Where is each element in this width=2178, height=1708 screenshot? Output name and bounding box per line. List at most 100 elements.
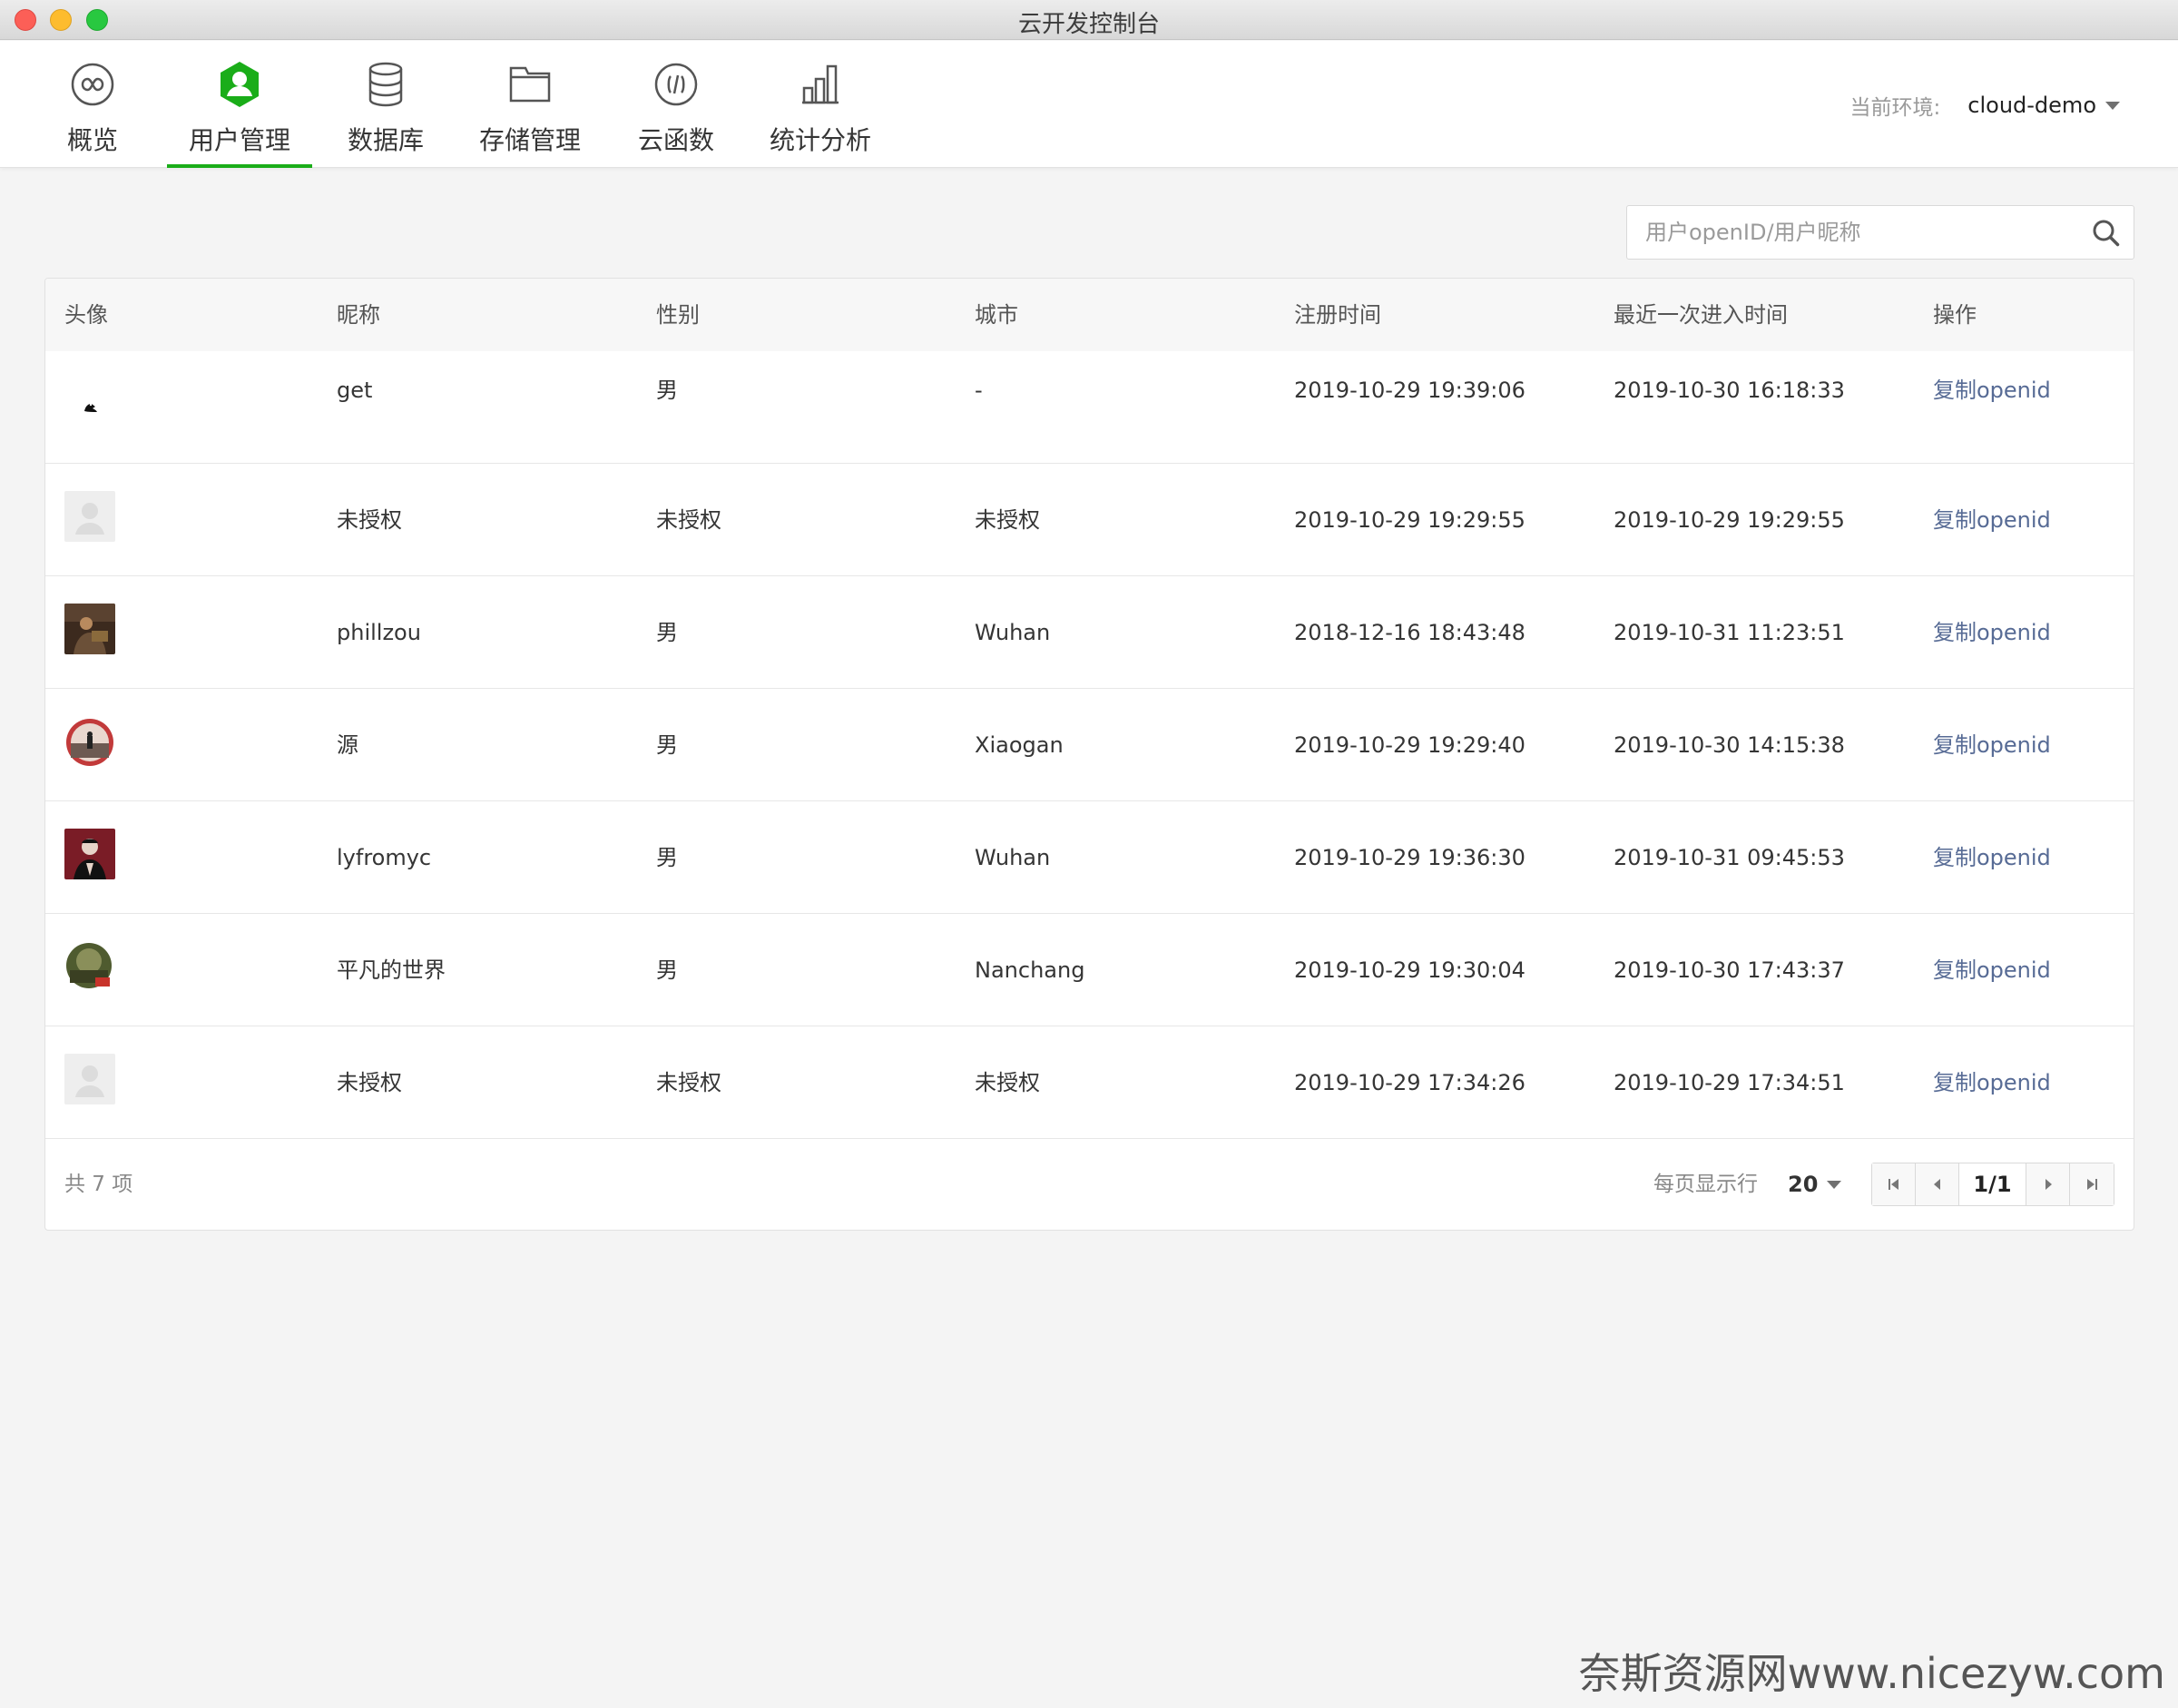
- copy-openid-link[interactable]: 复制openid: [1933, 801, 2051, 914]
- copy-openid-link[interactable]: 复制openid: [1933, 914, 2051, 1026]
- table-row: 源 男 Xiaogan 2019-10-29 19:29:40 2019-10-…: [45, 689, 2134, 801]
- cell-registered: 2019-10-29 19:29:40: [1294, 732, 1526, 758]
- column-header-city: 城市: [975, 302, 1018, 328]
- tab-cloud-function-label: 云函数: [638, 125, 715, 155]
- cell-gender: 男: [656, 732, 678, 758]
- environment-selector[interactable]: 当前环境: cloud-demo: [1850, 90, 2120, 121]
- cell-registered: 2019-10-29 19:30:04: [1294, 957, 1526, 983]
- overview-infinity-icon: [67, 59, 118, 110]
- copy-openid-link[interactable]: 复制openid: [1933, 576, 2051, 689]
- penguin-avatar: [64, 378, 115, 429]
- table-row: phillzou 男 Wuhan 2018-12-16 18:43:48 201…: [45, 576, 2134, 689]
- prev-page-icon: [1933, 1179, 1940, 1190]
- search-box: [1626, 205, 2134, 260]
- table-body: get 男 - 2019-10-29 19:39:06 2019-10-30 1…: [45, 351, 2134, 1139]
- copy-openid-link[interactable]: 复制openid: [1933, 351, 2051, 464]
- table-row: 平凡的世界 男 Nanchang 2019-10-29 19:30:04 201…: [45, 914, 2134, 1026]
- cell-registered: 2019-10-29 19:39:06: [1294, 378, 1526, 403]
- cell-registered: 2019-10-29 19:29:55: [1294, 507, 1526, 533]
- cell-city: -: [975, 378, 983, 403]
- table-header: 头像 昵称 性别 城市 注册时间 最近一次进入时间 操作: [45, 279, 2134, 351]
- photo-avatar-brown: [64, 604, 115, 654]
- next-page-button[interactable]: [2026, 1163, 2070, 1205]
- tab-cloud-function[interactable]: 云函数: [638, 41, 714, 168]
- search-icon[interactable]: [2092, 219, 2121, 248]
- cell-last-visit: 2019-10-29 19:29:55: [1614, 507, 1845, 533]
- photo-avatar-dark-red: [64, 829, 115, 879]
- cell-gender: 男: [656, 957, 678, 983]
- total-count: 共 7 项: [64, 1173, 133, 1196]
- cell-last-visit: 2019-10-31 09:45:53: [1614, 845, 1845, 870]
- column-header-avatar: 头像: [64, 302, 108, 328]
- table-row: get 男 - 2019-10-29 19:39:06 2019-10-30 1…: [45, 351, 2134, 464]
- cell-gender: 未授权: [656, 507, 721, 533]
- per-page-label: 每页显示行: [1653, 1173, 1758, 1196]
- cell-nickname: 平凡的世界: [337, 957, 446, 983]
- cell-city: 未授权: [975, 1070, 1040, 1095]
- cell-gender: 男: [656, 378, 678, 403]
- prev-page-button[interactable]: [1916, 1163, 1959, 1205]
- last-page-button[interactable]: [2070, 1163, 2114, 1205]
- first-page-button[interactable]: [1872, 1163, 1916, 1205]
- tab-database-label: 数据库: [348, 125, 425, 155]
- tab-statistics-label: 统计分析: [770, 125, 872, 155]
- cell-nickname: 未授权: [337, 1070, 402, 1095]
- cell-last-visit: 2019-10-29 17:34:51: [1614, 1070, 1845, 1095]
- tab-statistics[interactable]: 统计分析: [770, 41, 871, 168]
- cell-nickname: get: [337, 378, 373, 403]
- column-header-nickname: 昵称: [337, 302, 380, 328]
- default-avatar: [64, 491, 115, 542]
- cell-gender: 未授权: [656, 1070, 721, 1095]
- env-value: cloud-demo: [1967, 93, 2096, 118]
- cell-city: Wuhan: [975, 845, 1051, 870]
- table-row: 未授权 未授权 未授权 2019-10-29 17:34:26 2019-10-…: [45, 1026, 2134, 1139]
- window-titlebar: 云开发控制台: [0, 0, 2178, 40]
- cell-city: Xiaogan: [975, 732, 1064, 758]
- copy-openid-link[interactable]: 复制openid: [1933, 464, 2051, 576]
- default-avatar: [64, 1054, 115, 1104]
- search-input[interactable]: [1627, 206, 2063, 259]
- cell-nickname: 源: [337, 732, 358, 758]
- column-header-action: 操作: [1933, 302, 1977, 328]
- copy-openid-link[interactable]: 复制openid: [1933, 689, 2051, 801]
- tab-user-management[interactable]: 用户管理: [166, 41, 313, 168]
- watermark: 奈斯资源网www.nicezyw.com: [1578, 1649, 2165, 1698]
- table-row: lyfromyc 男 Wuhan 2019-10-29 19:36:30 201…: [45, 801, 2134, 914]
- photo-avatar-red-circle: [64, 716, 115, 767]
- user-icon: [214, 59, 265, 110]
- copy-openid-link[interactable]: 复制openid: [1933, 1026, 2051, 1139]
- cell-registered: 2018-12-16 18:43:48: [1294, 620, 1526, 645]
- cell-city: Nanchang: [975, 957, 1085, 983]
- chevron-down-icon: [1827, 1180, 1842, 1189]
- cell-registered: 2019-10-29 17:34:26: [1294, 1070, 1526, 1095]
- tab-storage[interactable]: 存储管理: [479, 41, 581, 168]
- per-page-value: 20: [1788, 1172, 1819, 1197]
- cell-nickname: 未授权: [337, 507, 402, 533]
- cell-last-visit: 2019-10-31 11:23:51: [1614, 620, 1845, 645]
- tab-user-management-label: 用户管理: [189, 125, 291, 155]
- user-table-panel: 头像 昵称 性别 城市 注册时间 最近一次进入时间 操作 get 男 - 201…: [44, 278, 2134, 1231]
- photo-avatar-green-circle: [64, 941, 115, 992]
- tab-database[interactable]: 数据库: [348, 41, 424, 168]
- cell-city: 未授权: [975, 507, 1040, 533]
- folder-icon: [505, 59, 555, 110]
- database-icon: [360, 59, 411, 110]
- tab-storage-label: 存储管理: [479, 125, 582, 155]
- function-icon: [651, 59, 701, 110]
- cell-nickname: lyfromyc: [337, 845, 432, 870]
- cell-last-visit: 2019-10-30 14:15:38: [1614, 732, 1845, 758]
- column-header-gender: 性别: [656, 302, 700, 328]
- column-header-registered: 注册时间: [1294, 302, 1381, 328]
- chevron-down-icon: [2105, 101, 2120, 110]
- cell-gender: 男: [656, 845, 678, 870]
- cell-gender: 男: [656, 620, 678, 645]
- tab-overview[interactable]: 概览: [67, 41, 118, 168]
- cell-nickname: phillzou: [337, 620, 421, 645]
- table-row: 未授权 未授权 未授权 2019-10-29 19:29:55 2019-10-…: [45, 464, 2134, 576]
- next-page-icon: [2045, 1179, 2052, 1190]
- per-page-select[interactable]: 20: [1788, 1166, 1842, 1202]
- first-page-icon: [1888, 1179, 1898, 1190]
- cell-last-visit: 2019-10-30 17:43:37: [1614, 957, 1845, 983]
- column-header-last-visit: 最近一次进入时间: [1614, 302, 1788, 328]
- env-label: 当前环境:: [1849, 96, 1941, 120]
